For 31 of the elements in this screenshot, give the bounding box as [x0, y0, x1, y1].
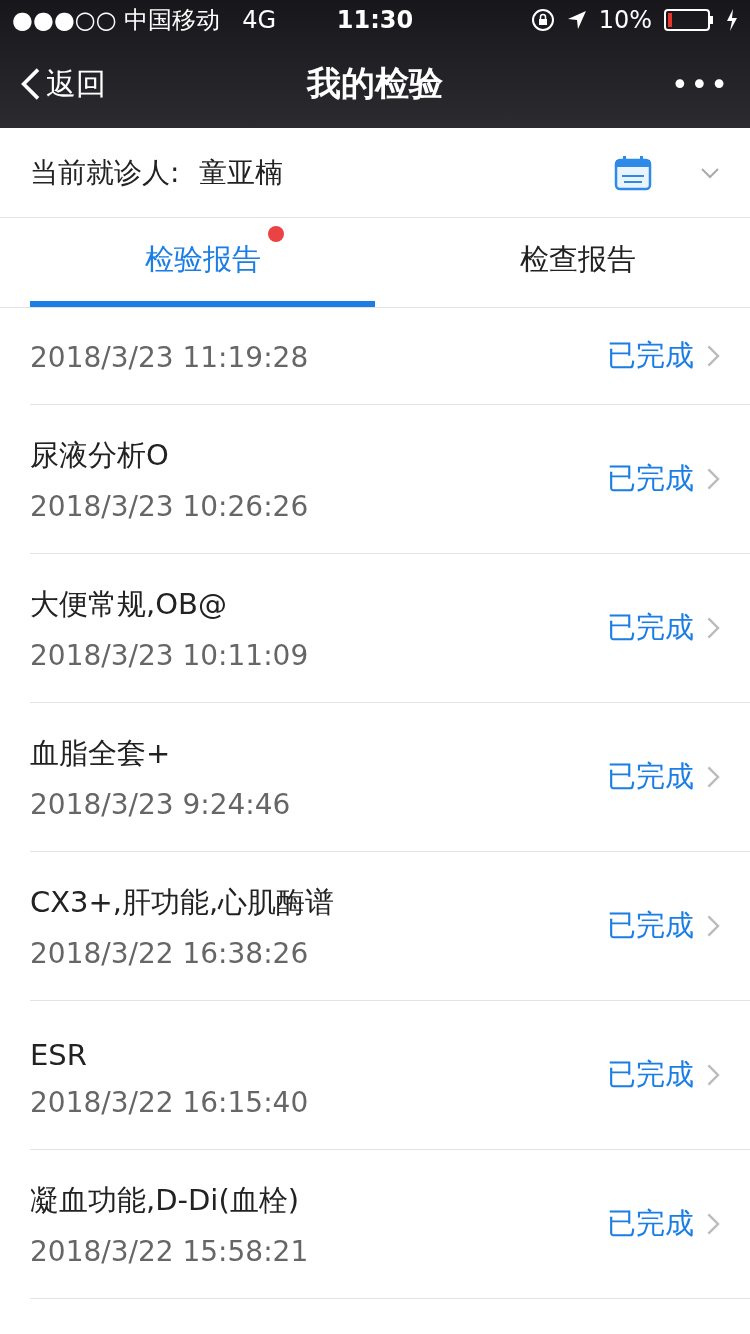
report-date: 2018/3/22 16:15:40 — [30, 1086, 310, 1119]
patient-name: 童亚楠 — [199, 154, 285, 191]
report-status-link[interactable]: 已完成 — [606, 336, 720, 376]
report-tab[interactable]: 检验报告 — [30, 218, 375, 307]
battery-text: 10% — [598, 6, 652, 34]
report-title: CX3+,肝功能,心肌酶谱 — [30, 884, 336, 921]
report-date: 2018/3/22 16:38:26 — [30, 937, 310, 970]
report-tab[interactable]: 检查报告 — [405, 218, 750, 307]
report-status-link[interactable]: 已完成 — [606, 906, 720, 946]
report-status-link[interactable]: 已完成 — [606, 757, 720, 797]
report-status-link[interactable]: 已完成 — [606, 1055, 720, 1095]
report-title: 凝血功能,D-Di(血栓) — [30, 1182, 301, 1219]
report-date: 2018/3/23 10:26:26 — [30, 490, 310, 523]
report-date: 2018/3/22 15:58:21 — [30, 1235, 310, 1268]
report-date: 2018/3/23 9:24:46 — [30, 788, 292, 821]
more-button[interactable]: ••• — [443, 66, 730, 102]
carrier-text: ●●●○○ 中国移动 — [12, 5, 221, 36]
network-text: 4G — [242, 6, 277, 34]
report-date: 2018/3/23 10:11:09 — [30, 639, 310, 672]
report-status-link[interactable]: 已完成 — [606, 608, 720, 648]
page-title: 我的检验 — [307, 62, 443, 105]
report-title: 血脂全套+ — [30, 735, 172, 772]
report-title: 大便常规,OB@ — [30, 586, 228, 623]
report-title: 尿液分析O — [30, 437, 170, 474]
report-date: 2018/3/23 11:19:28 — [30, 341, 310, 374]
back-button[interactable]: 返回 — [20, 63, 307, 105]
report-status-link[interactable]: 已完成 — [606, 1204, 720, 1244]
clock-text: 11:30 — [336, 6, 414, 34]
patient-label: 当前就诊人: — [30, 154, 180, 191]
report-title: ESR — [30, 1038, 88, 1072]
report-status-link[interactable]: 已完成 — [606, 459, 720, 499]
